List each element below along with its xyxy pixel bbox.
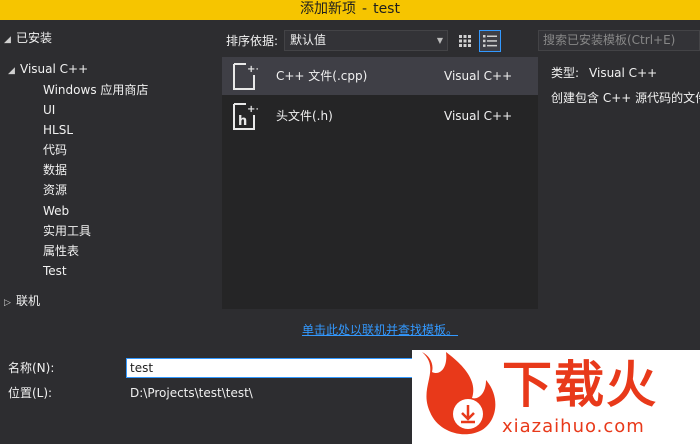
tree-item-web[interactable]: Web [43, 202, 69, 220]
find-templates-online-link[interactable]: 单击此处以联机并查找模板。 [302, 323, 458, 337]
template-name: C++ 文件(.cpp) [276, 69, 368, 83]
cpp-file-icon: ++ [233, 63, 258, 90]
location-label: 位置(L): [8, 386, 53, 400]
watermark-text-en: xiazaihuo.com [502, 416, 645, 437]
tree-item-data[interactable]: 数据 [43, 161, 67, 179]
collapsed-arrow-icon[interactable]: ▷ [4, 294, 16, 312]
svg-text:++: ++ [247, 104, 258, 115]
flame-logo-icon [422, 352, 496, 435]
name-label: 名称(N): [8, 361, 55, 375]
grid-view-icon [459, 35, 471, 47]
tree-item-windows-store[interactable]: Windows 应用商店 [43, 81, 148, 99]
name-input[interactable]: test [126, 358, 416, 378]
project-name: test [373, 1, 400, 17]
template-language: Visual C++ [444, 69, 513, 83]
location-value[interactable]: D:\Projects\test\test\ [130, 385, 253, 401]
template-name: 头文件(.h) [276, 109, 333, 123]
list-view-button[interactable] [479, 30, 501, 52]
watermark: 下载火 xiazaihuo.com [412, 350, 700, 444]
svg-text:++: ++ [247, 64, 258, 75]
tree-item-utility[interactable]: 实用工具 [43, 222, 91, 240]
tree-item-ui[interactable]: UI [43, 101, 55, 119]
sort-label: 排序依据: [226, 34, 279, 48]
window-title: 添加新项 [300, 1, 357, 17]
template-description: 创建包含 C++ 源代码的文件 [551, 91, 700, 105]
list-view-icon [483, 35, 497, 47]
chevron-down-icon: ▼ [436, 36, 443, 45]
search-placeholder: 搜索已安装模板(Ctrl+E) [543, 33, 676, 47]
type-value: Visual C++ [589, 66, 658, 80]
tree-item-resource[interactable]: 资源 [43, 181, 67, 199]
title-bar: 添加新项 - test [0, 0, 700, 20]
svg-text:h: h [238, 114, 247, 129]
category-tree: ◢ 已安装 ◢ Visual C++ Windows 应用商店 UI HLSL 代码… [0, 26, 218, 316]
type-label: 类型: [551, 66, 580, 80]
sort-value: 默认值 [290, 33, 327, 47]
template-type: 类型: Visual C++ [551, 65, 657, 81]
tree-node-installed[interactable]: ◢ 已安装 [4, 29, 52, 47]
expanded-arrow-icon[interactable]: ◢ [4, 31, 16, 49]
tree-item-code[interactable]: 代码 [43, 141, 67, 159]
template-item-header-file[interactable]: ++ h 头文件(.h) Visual C++ [222, 97, 538, 135]
template-language: Visual C++ [444, 109, 513, 123]
tree-item-test[interactable]: Test [43, 262, 67, 280]
tree-item-hlsl[interactable]: HLSL [43, 121, 73, 139]
watermark-text-cn: 下载火 [502, 356, 658, 414]
header-file-icon: ++ h [233, 103, 258, 130]
template-item-cpp-file[interactable]: ++ C++ 文件(.cpp) Visual C++ [222, 57, 538, 95]
tree-node-online[interactable]: ▷ 联机 [4, 292, 40, 310]
grid-view-button[interactable] [454, 30, 476, 52]
tree-item-property-sheet[interactable]: 属性表 [43, 242, 79, 260]
expanded-arrow-icon[interactable]: ◢ [8, 62, 20, 80]
template-list: ++ C++ 文件(.cpp) Visual C++ ++ h 头文件(.h) … [222, 57, 538, 309]
title-separator: - [362, 1, 368, 17]
search-templates-input[interactable]: 搜索已安装模板(Ctrl+E) [538, 30, 700, 51]
sort-dropdown[interactable]: 默认值 ▼ [284, 30, 448, 51]
tree-node-visual-cpp[interactable]: ◢ Visual C++ [8, 60, 88, 78]
